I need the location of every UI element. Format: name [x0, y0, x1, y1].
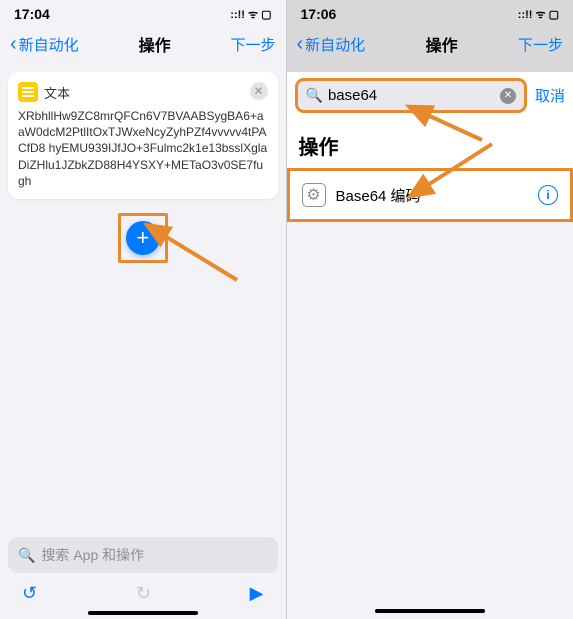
bottom-bar: 🔍 搜索 App 和操作 ↺ ↻ ▶ [0, 531, 286, 619]
status-bar: 17:04 ::!! ᯤ ▢ [0, 0, 286, 24]
undo-icon[interactable]: ↺ [22, 583, 37, 604]
result-label: Base64 编码 [336, 185, 539, 206]
card-body: XRbhllHw9ZC8mrQFCn6V7BVAABSygBA6+aaW0dcM… [18, 108, 268, 189]
status-time: 17:06 [301, 6, 337, 22]
clear-icon[interactable]: ✕ [500, 88, 516, 104]
play-icon[interactable]: ▶ [250, 583, 264, 604]
card-label: 文本 [44, 83, 70, 102]
search-icon: 🔍 [306, 87, 323, 104]
add-action-button[interactable]: + [126, 221, 160, 255]
home-indicator[interactable] [375, 609, 485, 613]
content-area: 🔍 base64 ✕ 取消 操作 ⚙ Base64 编码 i [287, 72, 573, 606]
close-icon[interactable]: ✕ [250, 82, 268, 100]
next-button[interactable]: 下一步 [518, 34, 563, 55]
search-input[interactable]: 🔍 搜索 App 和操作 [8, 537, 278, 573]
text-action-card[interactable]: 文本 ✕ XRbhllHw9ZC8mrQFCn6V7BVAABSygBA6+aa… [8, 72, 278, 199]
page-title: 操作 [426, 32, 458, 56]
chevron-left-icon: ‹ [10, 33, 17, 56]
home-indicator[interactable] [88, 611, 198, 615]
toolbar: ↺ ↻ ▶ [8, 573, 278, 608]
back-button[interactable]: ‹ 新自动化 [297, 33, 366, 56]
text-icon [18, 82, 38, 102]
section-title: 操作 [287, 119, 573, 168]
chevron-left-icon: ‹ [297, 33, 304, 56]
search-input[interactable]: 🔍 base64 ✕ [295, 78, 527, 113]
status-time: 17:04 [14, 6, 50, 22]
redo-icon: ↻ [136, 583, 151, 604]
next-button[interactable]: 下一步 [230, 34, 275, 55]
gear-icon: ⚙ [302, 183, 326, 207]
back-label: 新自动化 [305, 34, 365, 55]
back-label: 新自动化 [19, 34, 79, 55]
content-area: 文本 ✕ XRbhllHw9ZC8mrQFCn6V7BVAABSygBA6+aa… [0, 64, 286, 531]
right-phone: 17:06 ::!! ᯤ ▢ ‹ 新自动化 操作 下一步 🔍 base64 ✕ … [287, 0, 573, 619]
left-phone: 17:04 ::!! ᯤ ▢ ‹ 新自动化 操作 下一步 文本 ✕ XRbhll… [0, 0, 287, 619]
status-bar: 17:06 ::!! ᯤ ▢ [287, 0, 573, 24]
result-base64-encode[interactable]: ⚙ Base64 编码 i [287, 168, 573, 222]
search-placeholder: 搜索 App 和操作 [41, 545, 144, 565]
status-icons: ::!! ᯤ ▢ [230, 7, 271, 22]
page-title: 操作 [139, 32, 171, 56]
nav-bar: ‹ 新自动化 操作 下一步 [0, 24, 286, 64]
status-icons: ::!! ᯤ ▢ [518, 7, 559, 22]
nav-bar: ‹ 新自动化 操作 下一步 [287, 24, 573, 64]
info-icon[interactable]: i [538, 185, 558, 205]
cancel-button[interactable]: 取消 [535, 85, 565, 106]
search-icon: 🔍 [18, 547, 35, 564]
search-value: base64 [328, 87, 377, 104]
back-button[interactable]: ‹ 新自动化 [10, 33, 79, 56]
